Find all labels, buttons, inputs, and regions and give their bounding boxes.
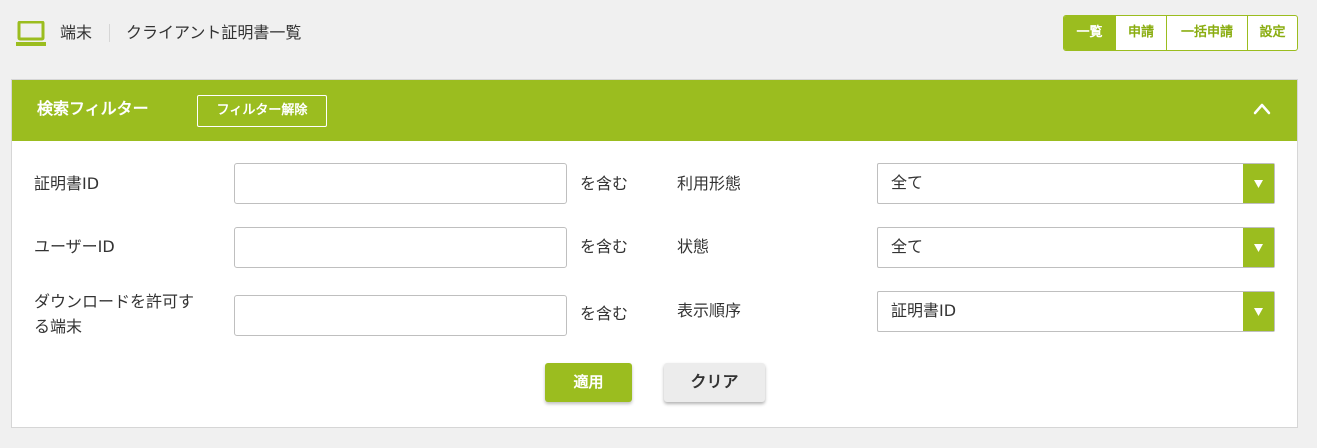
triangle-down-icon — [1254, 180, 1263, 188]
laptop-icon — [16, 21, 46, 46]
display-order-label: 表示順序 — [677, 301, 742, 320]
allowed-device-label-line2: る端末 — [34, 317, 83, 336]
status-select-dropdown[interactable] — [1243, 228, 1274, 267]
display-order-select-value: 証明書ID — [891, 301, 957, 320]
filter-panel-header[interactable]: 検索フィルター フィルター解除 — [12, 80, 1297, 141]
page-title: クライアント証明書一覧 — [126, 23, 302, 42]
triangle-down-icon — [1254, 308, 1263, 316]
usage-label: 利用形態 — [677, 174, 742, 193]
breadcrumb-section[interactable]: 端末 — [60, 22, 92, 44]
usage-select-value: 全て — [891, 173, 924, 192]
status-select[interactable]: 全て — [877, 227, 1275, 268]
clear-button[interactable]: クリア — [664, 363, 765, 402]
page-header: 端末 クライアント証明書一覧 一覧 申請 一括申請 設定 — [0, 0, 1317, 66]
usage-select-dropdown[interactable] — [1243, 164, 1274, 203]
user-id-label: ユーザーID — [34, 237, 115, 256]
certificate-id-input[interactable] — [234, 163, 567, 204]
display-order-select-dropdown[interactable] — [1243, 292, 1274, 331]
chevron-up-icon[interactable] — [1253, 101, 1271, 115]
usage-select[interactable]: 全て — [877, 163, 1275, 204]
tab-list[interactable]: 一覧 — [1064, 16, 1115, 50]
view-tab-group: 一覧 申請 一括申請 設定 — [1063, 15, 1298, 51]
certificate-id-label: 証明書ID — [34, 174, 100, 193]
apply-button[interactable]: 適用 — [545, 363, 632, 402]
user-id-contains-label: を含む — [580, 237, 629, 256]
status-select-value: 全て — [891, 237, 924, 256]
allowed-device-contains-label: を含む — [580, 304, 629, 323]
allowed-device-label-line1: ダウンロードを許可す — [34, 292, 195, 311]
certificate-id-contains-label: を含む — [580, 174, 629, 193]
status-label: 状態 — [677, 237, 710, 256]
filter-panel-title: 検索フィルター — [37, 99, 149, 118]
breadcrumb-divider — [109, 24, 110, 42]
search-filter-panel: 検索フィルター フィルター解除 証明書ID を含む 利用形態 全て ユーザーID… — [11, 79, 1298, 428]
display-order-select[interactable]: 証明書ID — [877, 291, 1275, 332]
clear-filter-button[interactable]: フィルター解除 — [197, 95, 327, 127]
user-id-input[interactable] — [234, 227, 567, 268]
tab-bulk-apply[interactable]: 一括申請 — [1166, 16, 1247, 50]
triangle-down-icon — [1254, 244, 1263, 252]
tab-settings[interactable]: 設定 — [1247, 16, 1297, 50]
allowed-device-input[interactable] — [234, 295, 567, 336]
tab-apply[interactable]: 申請 — [1115, 16, 1166, 50]
